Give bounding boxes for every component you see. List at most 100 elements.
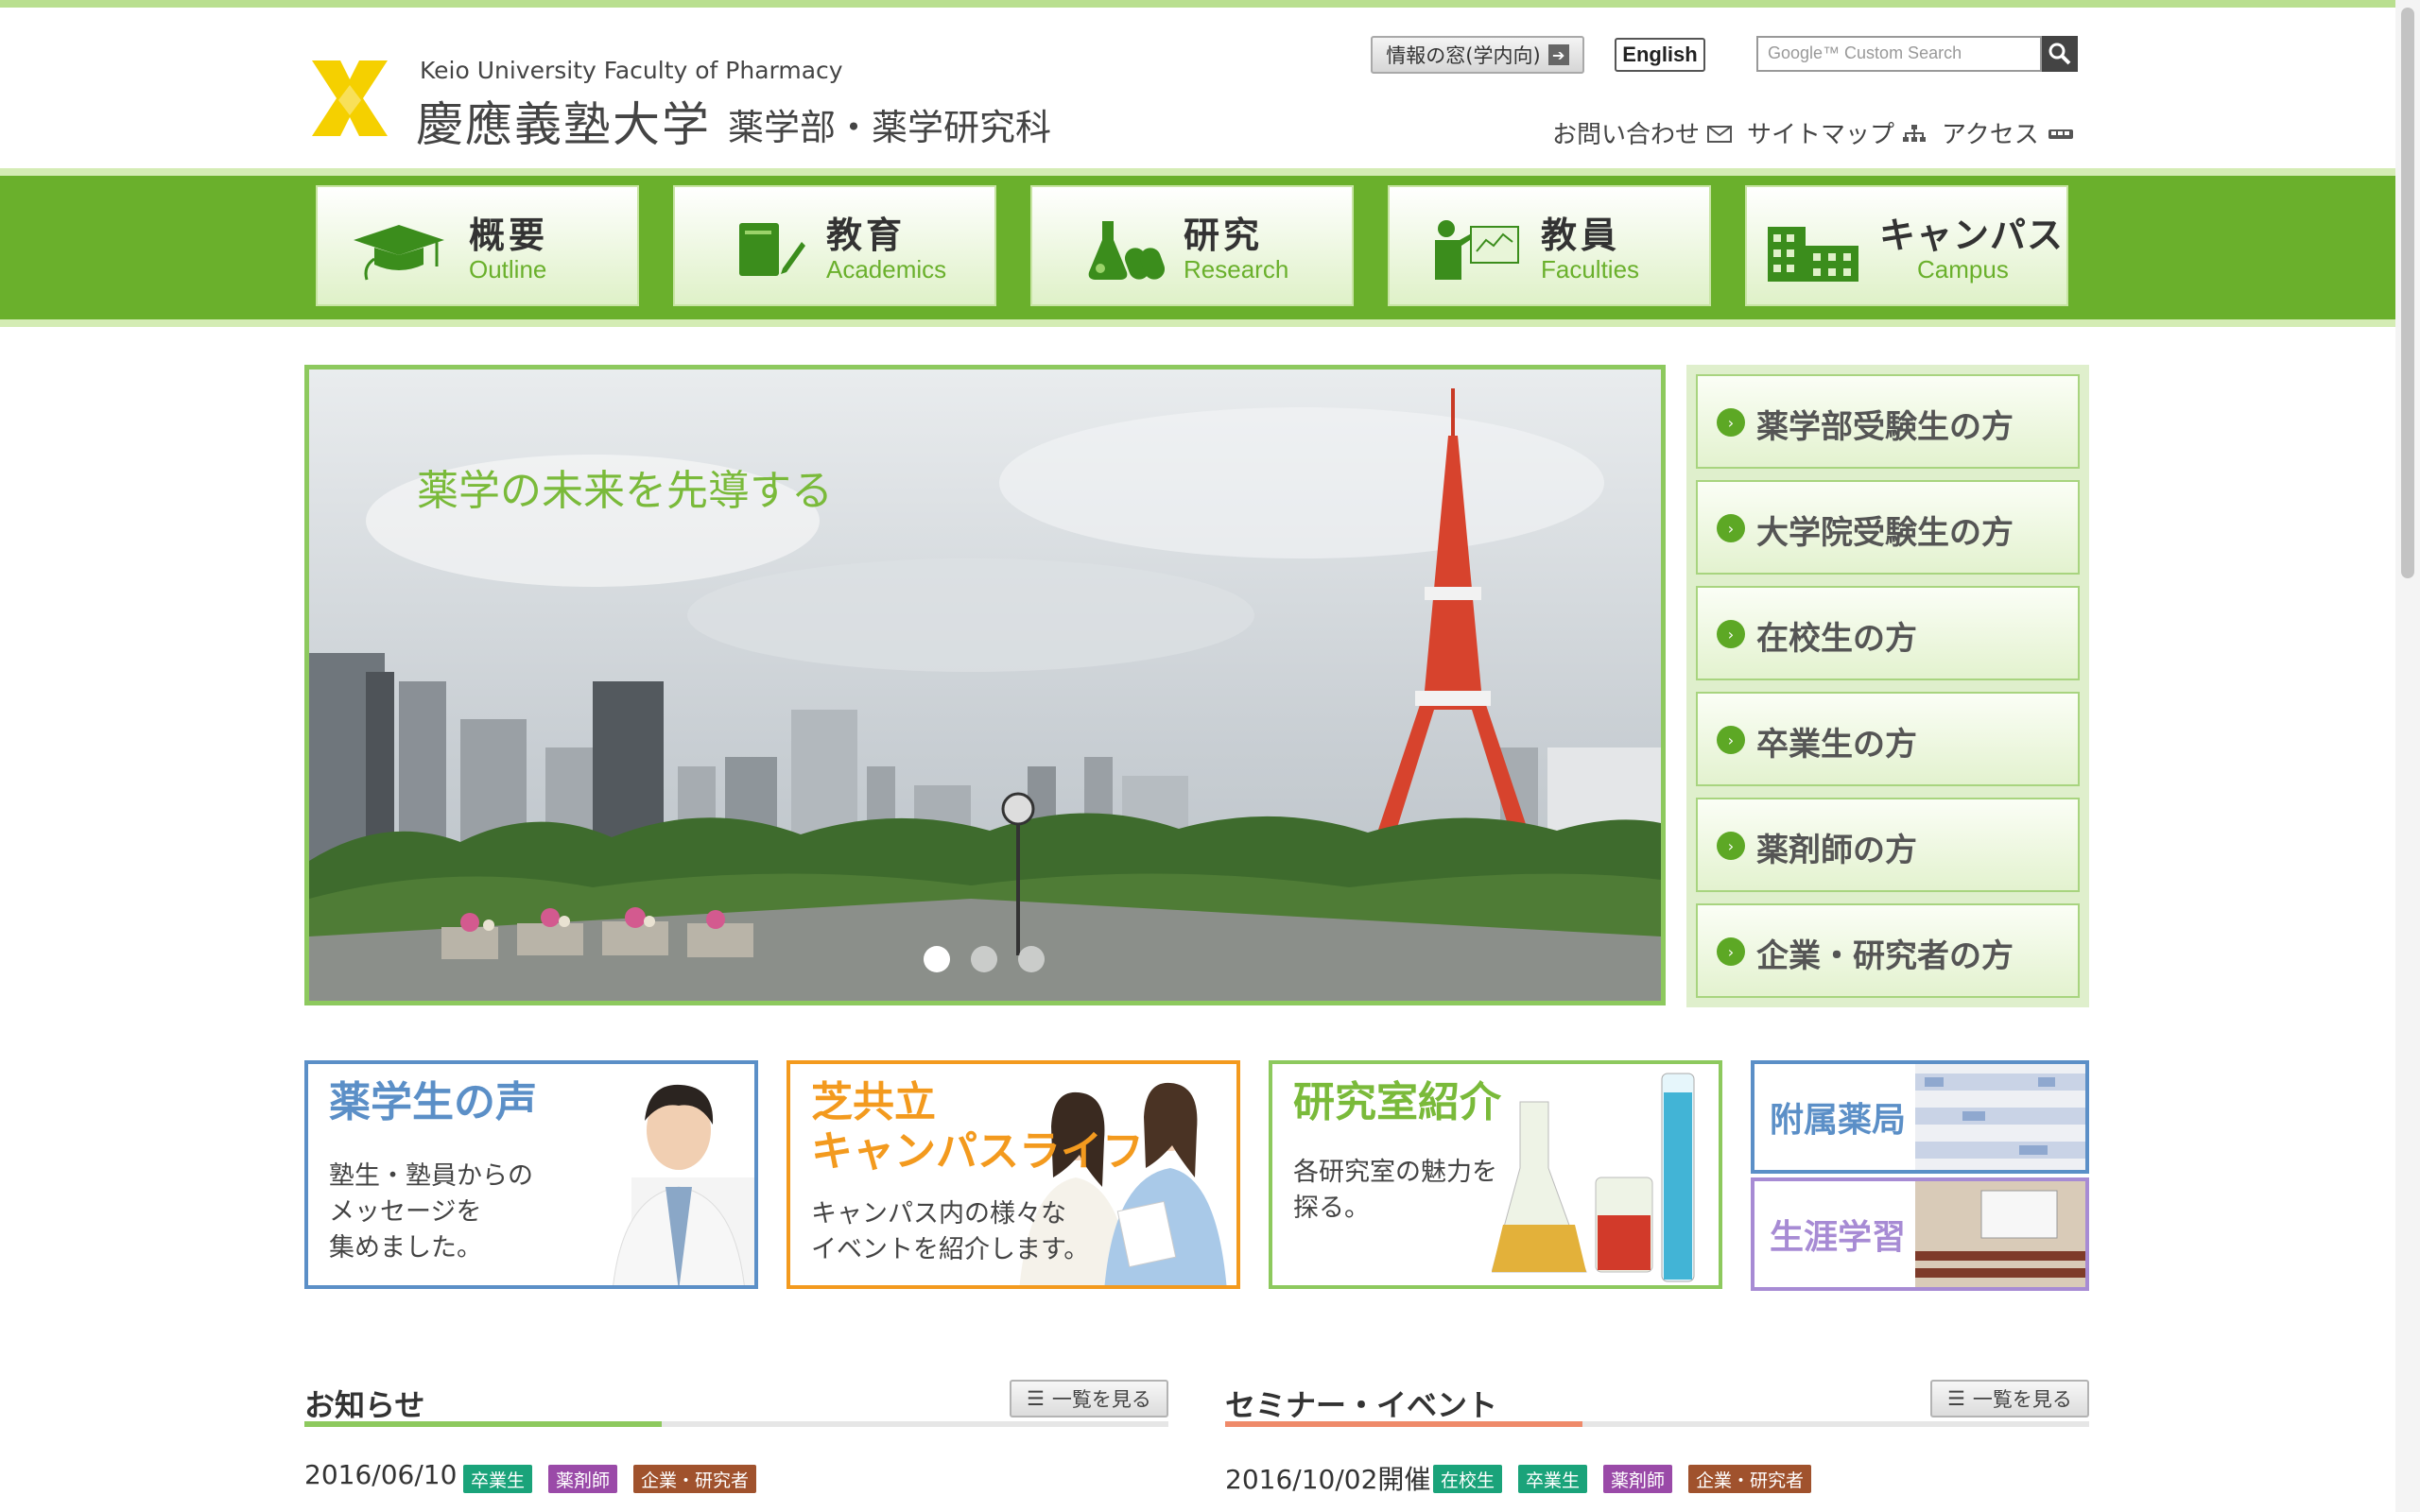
tag-company-researcher[interactable]: 企業・研究者 xyxy=(633,1465,757,1493)
banner-labs-desc-1: 各研究室の魅力を xyxy=(1293,1158,1497,1187)
nav-research[interactable]: 研究 Research xyxy=(1030,185,1354,306)
arrow-right-icon: ➔ xyxy=(1547,44,1569,65)
audience-pharmacists[interactable]: › 薬剤師の方 xyxy=(1696,798,2080,892)
chevron-right-icon: › xyxy=(1717,937,1745,966)
audience-label: 在校生の方 xyxy=(1756,620,1917,658)
student-photo xyxy=(613,1084,754,1285)
nav-campus-jp: キャンパス xyxy=(1879,215,2065,256)
banner-pharmacy-title: 附属薬局 xyxy=(1770,1101,1907,1140)
slide-dot-1[interactable] xyxy=(924,946,950,972)
audience-alumni[interactable]: › 卒業生の方 xyxy=(1696,692,2080,786)
search-button[interactable] xyxy=(2042,36,2078,72)
nav-academics-en: Academics xyxy=(826,255,947,284)
contact-label: お問い合わせ xyxy=(1552,121,1701,149)
list-icon: ☰ xyxy=(1947,1387,1965,1410)
nav-faculties-jp: 教員 xyxy=(1541,215,1621,256)
tag-company-researcher[interactable]: 企業・研究者 xyxy=(1688,1465,1812,1493)
news-list-button[interactable]: ☰ 一覧を見る xyxy=(1010,1380,1168,1418)
tag-alumni[interactable]: 卒業生 xyxy=(1518,1465,1588,1493)
affiliated-pharmacy-banner[interactable]: 附属薬局 xyxy=(1751,1060,2089,1174)
seminar-entry-date: 2016/10/02開催 xyxy=(1225,1464,1431,1495)
pen-cross-logo-icon xyxy=(312,60,388,136)
audience-label: 卒業生の方 xyxy=(1756,726,1917,764)
nav-outline[interactable]: 概要 Outline xyxy=(316,185,639,306)
news-heading: お知らせ xyxy=(304,1387,425,1423)
nav-academics-jp: 教育 xyxy=(826,215,907,256)
slide-dot-2[interactable] xyxy=(971,946,997,972)
tag-pharmacist[interactable]: 薬剤師 xyxy=(1603,1465,1673,1493)
audience-menu: › 薬学部受験生の方 › 大学院受験生の方 › 在校生の方 › 卒業生の方 › … xyxy=(1686,365,2089,1007)
chevron-right-icon: › xyxy=(1717,514,1745,542)
seminar-heading: セミナー・イベント xyxy=(1225,1387,1498,1423)
search-icon xyxy=(2048,43,2071,65)
audience-companies-researchers[interactable]: › 企業・研究者の方 xyxy=(1696,903,2080,998)
access-link[interactable]: アクセス xyxy=(1942,115,2075,150)
flask-capsule-icon xyxy=(1088,221,1165,280)
news-list-label: 一覧を見る xyxy=(1051,1388,1151,1411)
top-accent-line xyxy=(0,0,2420,8)
banner-labs-desc-2: 探る。 xyxy=(1293,1194,1370,1223)
slide-indicators xyxy=(924,946,1045,972)
nav-research-jp: 研究 xyxy=(1184,215,1264,256)
nav-outline-jp: 概要 xyxy=(469,215,549,256)
logo-university-name: 慶應義塾大学 xyxy=(416,97,711,152)
nav-academics[interactable]: 教育 Academics xyxy=(673,185,996,306)
audience-current-students[interactable]: › 在校生の方 xyxy=(1696,586,2080,680)
scrollbar-thumb[interactable] xyxy=(2401,8,2414,578)
list-icon: ☰ xyxy=(1027,1387,1045,1410)
page-scrollbar[interactable] xyxy=(2395,0,2420,1512)
teacher-board-icon xyxy=(1435,220,1519,280)
building-icon xyxy=(1768,227,1858,282)
student-voice-banner[interactable]: 薬学生の声 塾生・塾員からの メッセージを 集めました。 xyxy=(304,1060,758,1289)
info-window-button[interactable]: 情報の窓(学内向) ➔ xyxy=(1371,36,1584,74)
site-logo[interactable]: Keio University Faculty of Pharmacy 慶應義塾… xyxy=(302,53,1248,152)
seminar-list-label: 一覧を見る xyxy=(1972,1388,2072,1411)
lab-intro-banner[interactable]: 研究室紹介 各研究室の魅力を 探る。 xyxy=(1269,1060,1722,1289)
info-window-label: 情報の窓(学内向) xyxy=(1386,44,1541,67)
slide-dot-3[interactable] xyxy=(1018,946,1045,972)
seminar-rule xyxy=(1225,1421,2089,1427)
banner-campus-desc-2: イベントを紹介します。 xyxy=(811,1235,1090,1264)
lecture-hall-photo xyxy=(1915,1181,2085,1287)
nav-campus[interactable]: キャンパス Campus xyxy=(1745,185,2068,306)
banner-lifelong-title: 生涯学習 xyxy=(1770,1218,1907,1257)
nav-faculties[interactable]: 教員 Faculties xyxy=(1388,185,1711,306)
tag-current-student[interactable]: 在校生 xyxy=(1433,1465,1503,1493)
seminar-list-button[interactable]: ☰ 一覧を見る xyxy=(1930,1380,2089,1418)
chevron-right-icon: › xyxy=(1717,620,1745,648)
banner-campus-desc-1: キャンパス内の様々な xyxy=(811,1199,1066,1228)
nav-campus-en: Campus xyxy=(1917,255,2009,284)
envelope-icon xyxy=(1707,126,1733,143)
graduation-cap-icon xyxy=(354,225,444,281)
search-input[interactable]: Google™ Custom Search xyxy=(1756,36,2042,72)
nav-faculties-en: Faculties xyxy=(1541,255,1640,284)
nav-research-en: Research xyxy=(1184,255,1289,284)
audience-prospective-undergrad[interactable]: › 薬学部受験生の方 xyxy=(1696,374,2080,469)
tag-pharmacist[interactable]: 薬剤師 xyxy=(548,1465,618,1493)
chevron-right-icon: › xyxy=(1717,726,1745,754)
notebook-pencil-icon xyxy=(739,223,805,276)
tag-alumni[interactable]: 卒業生 xyxy=(463,1465,533,1493)
access-label: アクセス xyxy=(1942,121,2039,149)
sitemap-link[interactable]: サイトマップ xyxy=(1747,115,1927,150)
logo-english-text: Keio University Faculty of Pharmacy xyxy=(420,57,843,84)
news-entry-date: 2016/06/10 xyxy=(304,1459,458,1490)
contact-link[interactable]: お問い合わせ xyxy=(1552,115,1733,150)
hero-slideshow[interactable]: 薬学の未来を先導する xyxy=(304,365,1666,1005)
nav-outline-en: Outline xyxy=(469,255,547,284)
logo-department-name: 薬学部・薬学研究科 xyxy=(728,107,1052,148)
audience-label: 薬学部受験生の方 xyxy=(1756,408,2014,446)
chevron-right-icon: › xyxy=(1717,832,1745,860)
news-rule xyxy=(304,1421,1168,1427)
sitemap-icon xyxy=(1903,125,1927,142)
audience-label: 大学院受験生の方 xyxy=(1756,514,2014,552)
lab-glassware-photo xyxy=(1492,1073,1695,1282)
audience-prospective-grad[interactable]: › 大学院受験生の方 xyxy=(1696,480,2080,575)
lifelong-learning-banner[interactable]: 生涯学習 xyxy=(1751,1177,2089,1291)
banner-campus-title-1: 芝共立 xyxy=(811,1078,936,1126)
chevron-right-icon: › xyxy=(1717,408,1745,437)
banner-campus-title-2: キャンパスライフ xyxy=(811,1127,1144,1176)
english-button[interactable]: English xyxy=(1615,38,1705,72)
campus-life-banner[interactable]: 芝共立 キャンパスライフ キャンパス内の様々な イベントを紹介します。 xyxy=(786,1060,1240,1289)
train-icon xyxy=(2048,129,2073,139)
